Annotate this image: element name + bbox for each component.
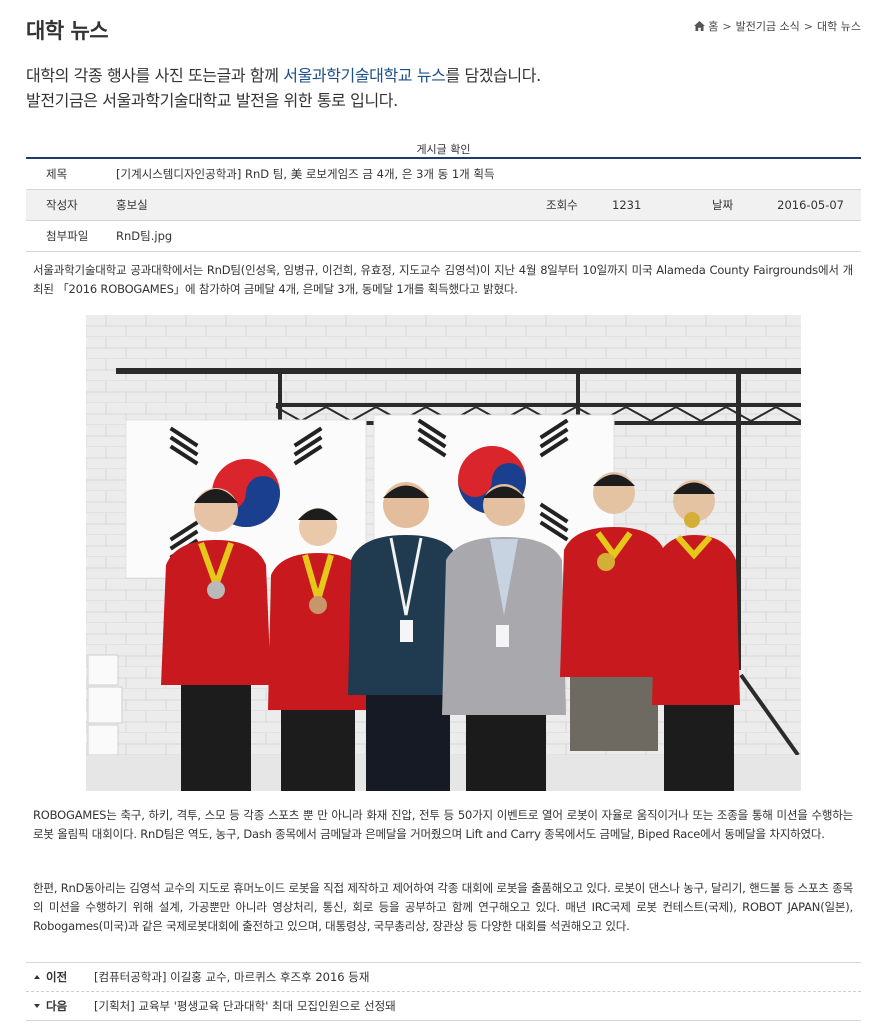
intro-highlight: 서울과학기술대학교 뉴스 [283, 66, 446, 85]
file-label: 첨부파일 [46, 229, 89, 243]
next-label-wrap: 다음 [26, 998, 94, 1014]
prev-label-wrap: 이전 [26, 969, 94, 985]
views-label: 조회수 [546, 198, 578, 212]
page: 대학 뉴스 홈 > 발전기금 소식 > 대학 뉴스 대학의 각종 행사를 사진 … [0, 0, 881, 1029]
author-value: 홍보실 [116, 198, 148, 212]
author-label: 작성자 [46, 198, 78, 212]
intro-line-1: 대학의 각종 행사를 사진 또는글과 함께 서울과학기술대학교 뉴스를 담겠습니… [26, 63, 541, 88]
arrow-up-icon [34, 975, 40, 979]
breadcrumb-fund-news[interactable]: 발전기금 소식 [736, 18, 800, 34]
page-title: 대학 뉴스 [26, 19, 109, 43]
article-paragraph-3: 한편, RnD동아리는 김영석 교수의 지도로 휴머노이드 로봇을 직접 제작하… [33, 881, 853, 933]
intro-text: 대학의 각종 행사를 사진 또는글과 함께 서울과학기술대학교 뉴스를 담겠습니… [26, 63, 541, 113]
article-paragraph-2: ROBOGAMES는 축구, 하키, 격투, 스모 등 각종 스포츠 뿐 만 아… [33, 808, 853, 841]
next-label: 다음 [46, 999, 68, 1013]
post-navigation: 이전 [컴퓨터공학과] 이길홍 교수, 마르퀴스 후즈후 2016 등재 다음 … [26, 962, 861, 1021]
article-photo [86, 315, 801, 791]
chevron-right-icon: > [803, 19, 814, 33]
meta-row-title: 제목 [기계시스템디자인공학과] RnD 팀, 美 로보게임즈 금 4개, 은 … [26, 159, 861, 190]
breadcrumb-home[interactable]: 홈 [708, 18, 718, 34]
post-title: [기계시스템디자인공학과] RnD 팀, 美 로보게임즈 금 4개, 은 3개 … [116, 167, 495, 181]
team-photo-illustration [86, 315, 801, 791]
title-label: 제목 [46, 167, 68, 181]
next-post-row[interactable]: 다음 [기획처] 교육부 '평생교육 단과대학' 최대 모집인원으로 선정돼 [26, 992, 861, 1021]
breadcrumb-current[interactable]: 대학 뉴스 [817, 18, 861, 34]
date-value: 2016-05-07 [777, 198, 844, 212]
meta-row-file: 첨부파일 RnD팀.jpg [26, 221, 861, 252]
arrow-down-icon [34, 1004, 40, 1008]
prev-label: 이전 [46, 970, 68, 984]
prev-post-link[interactable]: [컴퓨터공학과] 이길홍 교수, 마르퀴스 후즈후 2016 등재 [94, 969, 369, 985]
views-value: 1231 [612, 198, 642, 212]
post-meta-table: 제목 [기계시스템디자인공학과] RnD 팀, 美 로보게임즈 금 4개, 은 … [26, 157, 861, 252]
next-post-link[interactable]: [기획처] 교육부 '평생교육 단과대학' 최대 모집인원으로 선정돼 [94, 998, 396, 1014]
intro-line-2: 발전기금은 서울과학기술대학교 발전을 위한 통로 입니다. [26, 91, 398, 110]
intro-line-1-post: 를 담겠습니다. [445, 66, 541, 85]
attachment-link[interactable]: RnD팀.jpg [116, 228, 172, 244]
home-icon[interactable] [694, 21, 706, 31]
breadcrumb: 홈 > 발전기금 소식 > 대학 뉴스 [694, 18, 861, 34]
article-paragraph-1: 서울과학기술대학교 공과대학에서는 RnD팀(인성욱, 임병규, 이건희, 유효… [33, 263, 853, 296]
date-label: 날짜 [712, 198, 734, 212]
meta-row-info: 작성자 홍보실 조회수 1231 날짜 2016-05-07 [26, 190, 861, 221]
chevron-right-icon: > [722, 19, 732, 33]
prev-post-row[interactable]: 이전 [컴퓨터공학과] 이길홍 교수, 마르퀴스 후즈후 2016 등재 [26, 962, 861, 992]
intro-line-1-pre: 대학의 각종 행사를 사진 또는글과 함께 [26, 66, 284, 85]
board-caption: 게시글 확인 [416, 143, 471, 156]
